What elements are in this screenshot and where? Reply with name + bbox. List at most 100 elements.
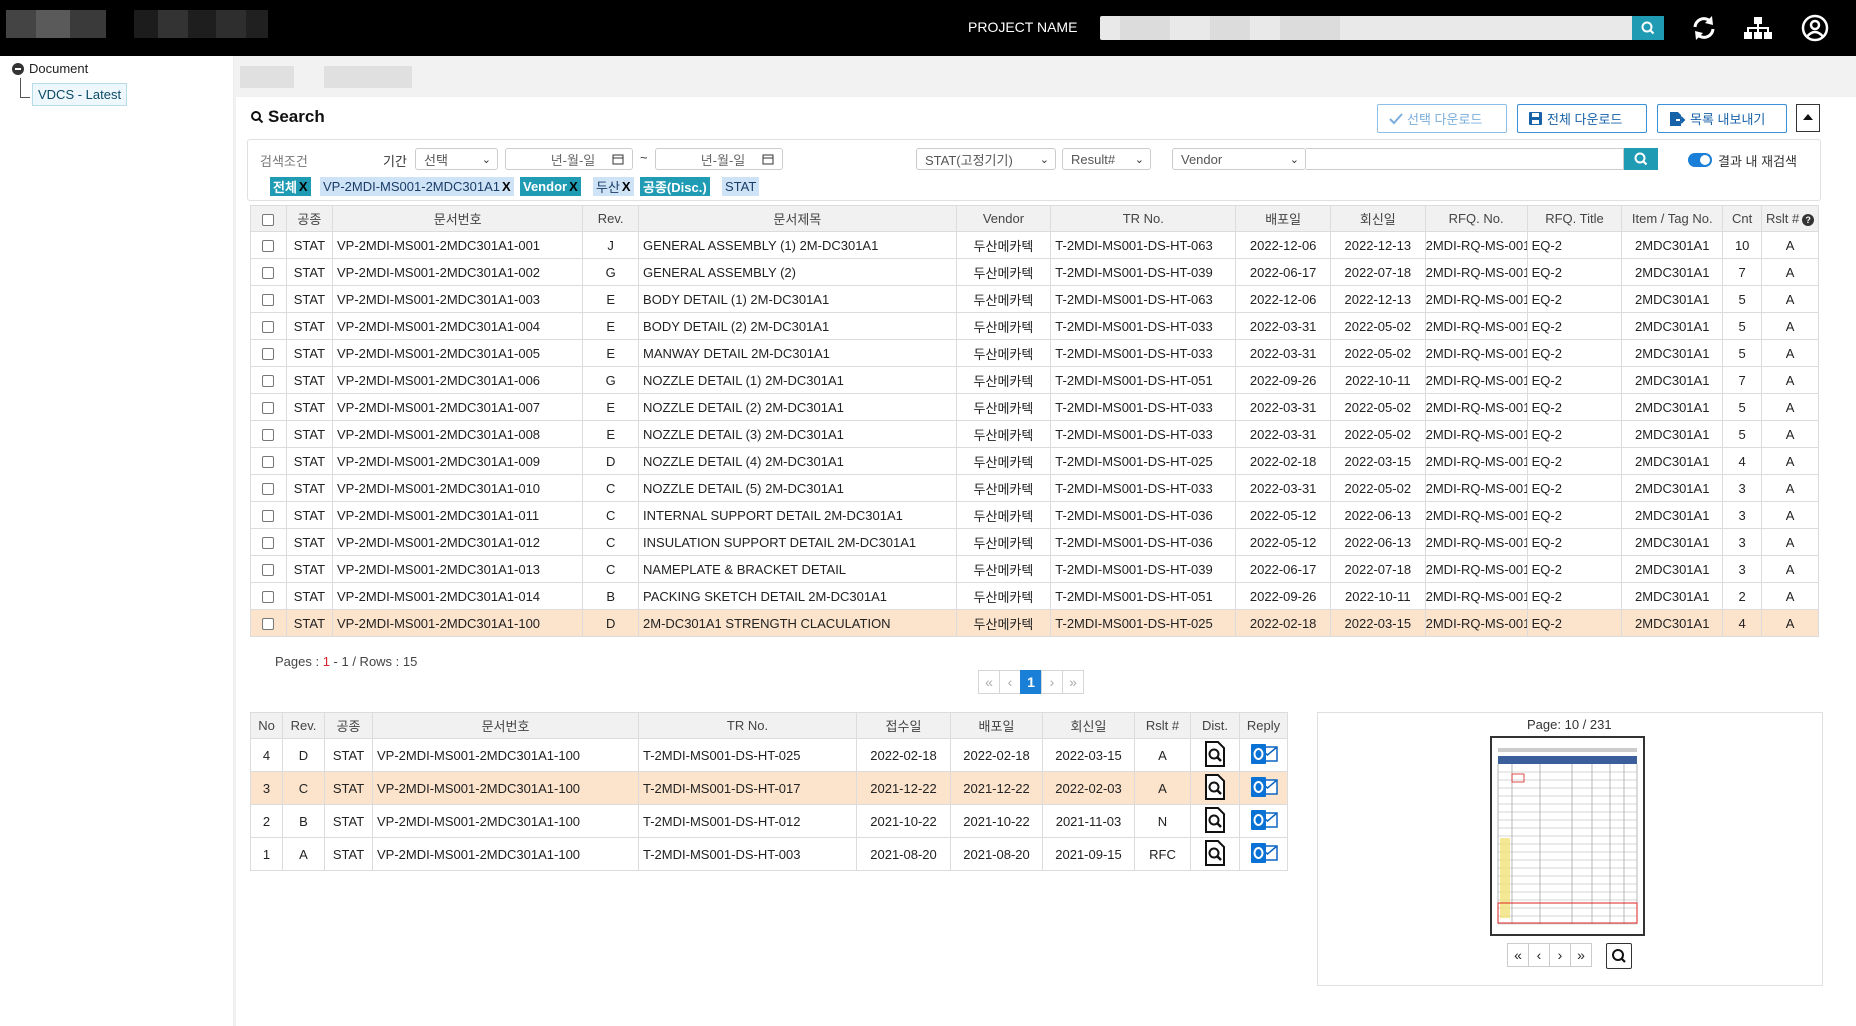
row-checkbox[interactable] <box>262 483 275 496</box>
row-checkbox[interactable] <box>262 321 275 334</box>
table-cell: NOZZLE DETAIL (4) 2M-DC301A1 <box>638 447 957 475</box>
table-row[interactable]: 4 D STAT VP-2MDI-MS001-2MDC301A1-100 T-2MDI-… <box>250 738 1288 772</box>
search-title: Search <box>250 107 325 127</box>
vendor-select[interactable]: Vendor ⌄ <box>1172 148 1306 170</box>
table-row[interactable]: STAT VP-2MDI-MS001-2MDC301A1-005 E MANWAY D… <box>250 339 1819 367</box>
remove-chip-button[interactable]: X <box>502 179 511 194</box>
row-checkbox[interactable] <box>262 564 275 577</box>
outlook-mail-icon[interactable] <box>1250 741 1278 770</box>
table-row[interactable]: STAT VP-2MDI-MS001-2MDC301A1-014 B PACKING … <box>250 582 1819 610</box>
table-row[interactable]: STAT VP-2MDI-MS001-2MDC301A1-004 E BODY DET… <box>250 312 1819 340</box>
vendor-search-button[interactable] <box>1624 148 1658 170</box>
document-thumbnail[interactable] <box>1490 736 1645 936</box>
row-checkbox[interactable] <box>262 348 275 361</box>
table-cell: 4 <box>250 738 283 772</box>
sitemap-icon[interactable] <box>1742 12 1774 44</box>
table-row[interactable]: STAT VP-2MDI-MS001-2MDC301A1-008 E NOZZLE D… <box>250 420 1819 448</box>
table-cell: T-2MDI-MS001-DS-HT-025 <box>1050 447 1237 475</box>
preview-first-button[interactable]: « <box>1507 943 1529 967</box>
result-select[interactable]: Result# ⌄ <box>1062 148 1151 170</box>
prev-page-button[interactable]: ‹ <box>999 670 1021 694</box>
table-cell: EQ-2 <box>1526 258 1623 286</box>
table-cell: EQ-2 <box>1526 609 1623 637</box>
date-from-input[interactable]: 년-월-일 <box>505 148 633 170</box>
table-row[interactable]: STAT VP-2MDI-MS001-2MDC301A1-009 D NOZZLE D… <box>250 447 1819 475</box>
help-icon[interactable]: ? <box>1802 214 1815 226</box>
page-1-button[interactable]: 1 <box>1020 670 1042 694</box>
table-row[interactable]: STAT VP-2MDI-MS001-2MDC301A1-013 C NAMEPLAT… <box>250 555 1819 583</box>
sidebar-item-vdcs-latest[interactable]: VDCS - Latest <box>32 83 128 106</box>
table-cell: 2022-03-31 <box>1235 312 1331 340</box>
table-row[interactable]: 2 B STAT VP-2MDI-MS001-2MDC301A1-100 T-2MDI-… <box>250 804 1288 838</box>
user-account-icon[interactable] <box>1799 12 1831 44</box>
table-row[interactable]: 3 C STAT VP-2MDI-MS001-2MDC301A1-100 T-2MDI-… <box>250 771 1288 805</box>
discipline-select[interactable]: STAT(고정기기) ⌄ <box>916 148 1056 170</box>
collapse-search-button[interactable] <box>1796 104 1820 132</box>
preview-next-button[interactable]: › <box>1549 943 1571 967</box>
table-row[interactable]: STAT VP-2MDI-MS001-2MDC301A1-012 C INSULATI… <box>250 528 1819 556</box>
outlook-mail-icon[interactable] <box>1250 807 1278 836</box>
table-cell: EQ-2 <box>1526 285 1623 313</box>
outlook-mail-icon[interactable] <box>1250 840 1278 869</box>
table-cell: 2MDC301A1 <box>1621 420 1724 448</box>
preview-prev-button[interactable]: ‹ <box>1528 943 1550 967</box>
refresh-icon[interactable] <box>1688 12 1720 44</box>
last-page-button[interactable]: » <box>1062 670 1084 694</box>
row-checkbox[interactable] <box>262 456 275 469</box>
project-search-button[interactable] <box>1632 16 1664 40</box>
row-checkbox[interactable] <box>262 618 275 631</box>
row-checkbox[interactable] <box>262 402 275 415</box>
document-search-icon[interactable] <box>1203 773 1227 803</box>
export-list-button[interactable]: 목록 내보내기 <box>1657 104 1787 133</box>
table-cell: A <box>1761 258 1819 286</box>
document-search-icon[interactable] <box>1203 839 1227 869</box>
remove-chip-button[interactable]: X <box>569 179 578 194</box>
all-download-button[interactable]: 전체 다운로드 <box>1517 104 1647 133</box>
row-checkbox[interactable] <box>262 429 275 442</box>
table-row[interactable]: STAT VP-2MDI-MS001-2MDC301A1-011 C INTERNAL… <box>250 501 1819 529</box>
row-checkbox[interactable] <box>262 240 275 253</box>
document-search-icon[interactable] <box>1203 806 1227 836</box>
table-row[interactable]: 1 A STAT VP-2MDI-MS001-2MDC301A1-100 T-2MDI-… <box>250 837 1288 871</box>
period-select[interactable]: 선택 ⌄ <box>415 148 498 170</box>
table-row[interactable]: STAT VP-2MDI-MS001-2MDC301A1-010 C NOZZLE D… <box>250 474 1819 502</box>
tree-root-document[interactable]: Document <box>12 61 88 76</box>
table-row[interactable]: STAT VP-2MDI-MS001-2MDC301A1-007 E NOZZLE D… <box>250 393 1819 421</box>
chevron-down-icon: ⌄ <box>481 154 491 166</box>
dist-cell <box>1190 738 1240 772</box>
preview-zoom-button[interactable] <box>1606 943 1632 969</box>
select-all-header[interactable] <box>250 205 287 232</box>
refine-toggle[interactable] <box>1688 153 1712 167</box>
table-row[interactable]: STAT VP-2MDI-MS001-2MDC301A1-003 E BODY DET… <box>250 285 1819 313</box>
vendor-search-input[interactable] <box>1306 148 1624 170</box>
project-name-input[interactable] <box>1100 16 1632 40</box>
row-checkbox[interactable] <box>262 375 275 388</box>
row-checkbox[interactable] <box>262 294 275 307</box>
select-all-checkbox[interactable] <box>262 213 275 226</box>
table-row[interactable]: STAT VP-2MDI-MS001-2MDC301A1-006 G NOZZLE D… <box>250 366 1819 394</box>
preview-last-button[interactable]: » <box>1570 943 1592 967</box>
table-row[interactable]: STAT VP-2MDI-MS001-2MDC301A1-100 D 2M-DC301… <box>250 609 1819 637</box>
remove-chip-button[interactable]: X <box>622 179 631 194</box>
table-cell: VP-2MDI-MS001-2MDC301A1-100 <box>372 804 639 838</box>
row-checkbox[interactable] <box>262 267 275 280</box>
row-checkbox[interactable] <box>262 537 275 550</box>
row-checkbox-cell <box>250 555 287 583</box>
outlook-mail-icon[interactable] <box>1250 774 1278 803</box>
first-page-button[interactable]: « <box>978 670 1000 694</box>
selected-download-button[interactable]: 선택 다운로드 <box>1377 104 1507 133</box>
collapse-icon[interactable] <box>12 62 24 75</box>
table-row[interactable]: STAT VP-2MDI-MS001-2MDC301A1-002 G GENERAL … <box>250 258 1819 286</box>
row-checkbox[interactable] <box>262 591 275 604</box>
table-cell: C <box>582 474 640 502</box>
table-cell: 2MDC301A1 <box>1621 582 1724 610</box>
date-to-input[interactable]: 년-월-일 <box>655 148 783 170</box>
table-cell: 2MDC301A1 <box>1621 393 1724 421</box>
table-row[interactable]: STAT VP-2MDI-MS001-2MDC301A1-001 J GENERAL … <box>250 231 1819 259</box>
row-checkbox-cell <box>250 474 287 502</box>
remove-chip-button[interactable]: X <box>299 179 308 194</box>
next-page-button[interactable]: › <box>1041 670 1063 694</box>
document-search-icon[interactable] <box>1203 740 1227 770</box>
row-checkbox[interactable] <box>262 510 275 523</box>
table-cell: EQ-2 <box>1526 528 1623 556</box>
